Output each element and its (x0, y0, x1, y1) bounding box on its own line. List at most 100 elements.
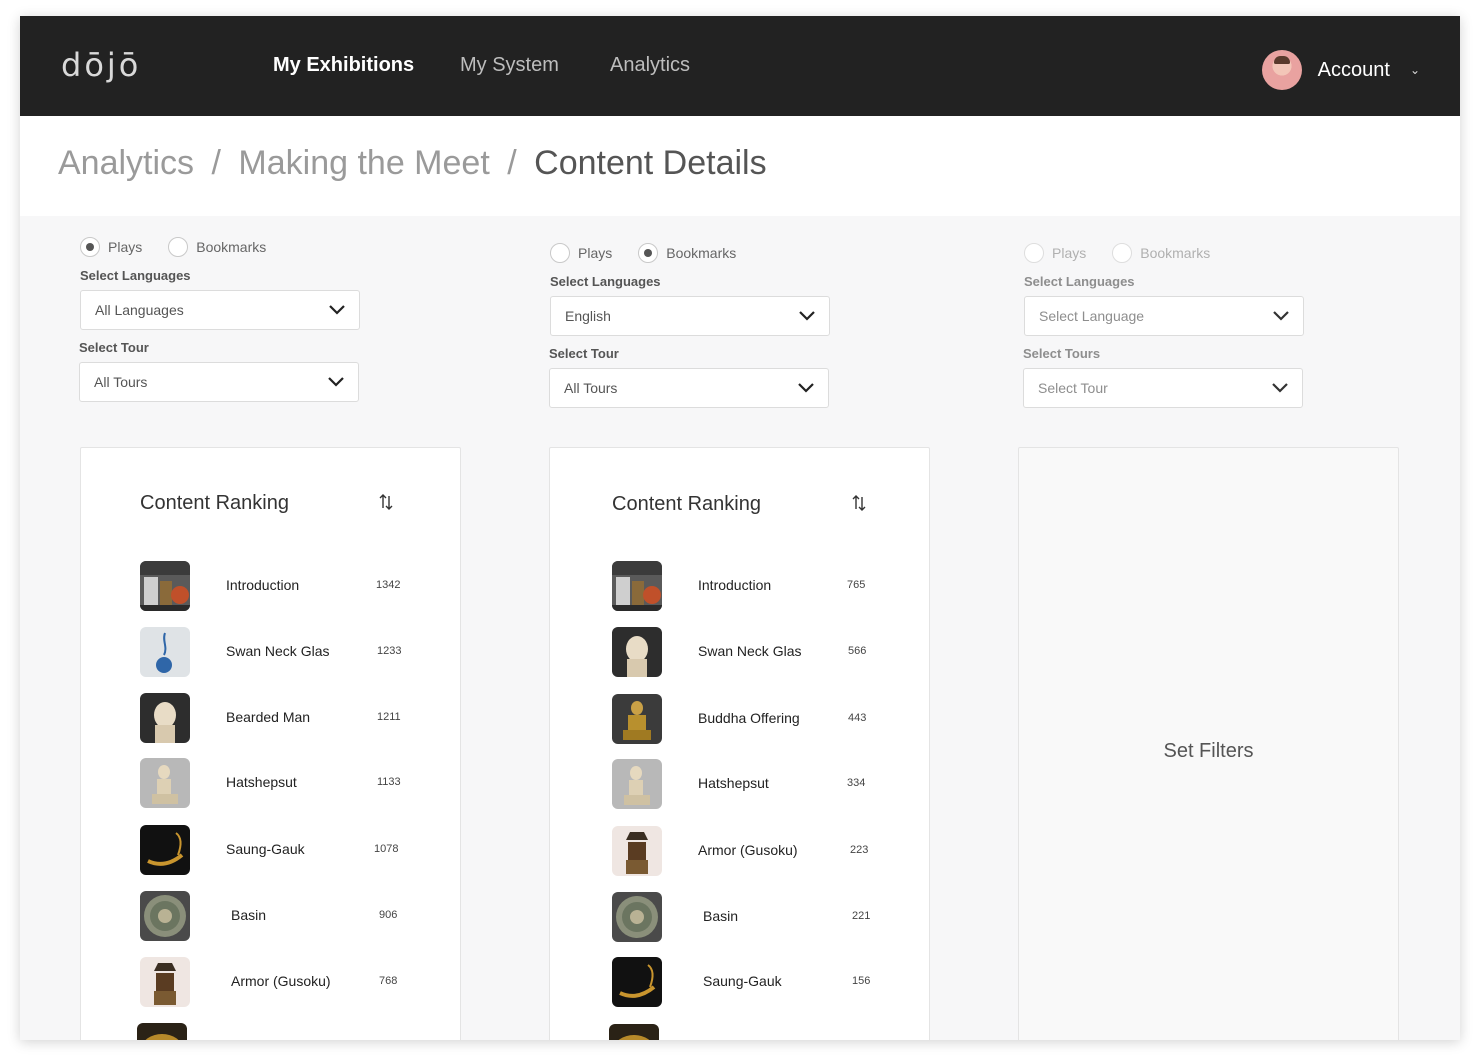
content-count: 156 (852, 975, 871, 987)
ranking-row[interactable]: Saung-Gauk 1078 (81, 825, 460, 875)
language-select[interactable]: All Languages (80, 290, 360, 330)
plays-radio[interactable]: Plays (550, 243, 612, 263)
tour-label: Select Tour (549, 346, 619, 361)
sort-icon[interactable] (379, 493, 393, 511)
ranking-row[interactable]: Hatshepsut 1133 (81, 758, 460, 808)
content-thumbnail (140, 561, 190, 611)
chevron-down-icon (1272, 383, 1288, 393)
tour-select-value: All Tours (564, 380, 618, 396)
content-thumbnail (612, 826, 662, 876)
content-thumbnail (140, 693, 190, 743)
bookmarks-label: Bookmarks (196, 239, 267, 255)
breadcrumb-analytics[interactable]: Analytics (58, 144, 194, 182)
content-count: 443 (848, 712, 867, 724)
radio-icon (168, 237, 189, 257)
breadcrumb-exhibition[interactable]: Making the Meet (238, 144, 489, 182)
account-menu[interactable]: Account ⌄ (1261, 50, 1420, 90)
content-count: 221 (852, 910, 871, 922)
ranking-row[interactable]: Introduction 765 (550, 561, 929, 611)
content-name: Hatshepsut (698, 775, 769, 791)
ranking-row[interactable]: Swan Neck Glas 1233 (81, 627, 460, 677)
content-count: 906 (379, 909, 398, 921)
account-label: Account (1317, 58, 1390, 81)
tour-select[interactable]: All Tours (549, 368, 829, 408)
avatar (1261, 50, 1302, 90)
content-count: 768 (379, 975, 398, 987)
ranking-row[interactable]: Saung-Gauk 156 (550, 957, 929, 1007)
nav-my-system[interactable]: My System (460, 54, 559, 77)
content-name: Saung-Gauk (226, 841, 305, 857)
content-count: 1078 (374, 843, 399, 855)
card-title: Content Ranking (612, 493, 761, 515)
content-count: 1342 (376, 579, 401, 591)
language-select-value: English (565, 308, 611, 324)
bookmarks-radio[interactable]: Bookmarks (1112, 243, 1210, 263)
content-name: Armor (Gusoku) (231, 973, 331, 989)
content-name: Basin (703, 908, 739, 924)
content-thumbnail (612, 627, 662, 677)
card-title: Content Ranking (140, 492, 289, 514)
plays-label: Plays (108, 239, 143, 255)
filter-panel-1: Plays Bookmarks Select Languages All Lan… (79, 236, 380, 402)
plays-radio[interactable]: Plays (80, 237, 142, 257)
radio-icon (638, 243, 659, 263)
bookmarks-label: Bookmarks (666, 245, 737, 261)
ranking-row[interactable]: Buddha Offering 443 (550, 694, 929, 744)
content-count: 223 (850, 844, 869, 856)
ranking-row[interactable]: Bearded Man 1211 (81, 693, 460, 743)
top-nav: dōjō My Exhibitions My System Analytics … (20, 16, 1460, 116)
content-thumbnail (612, 759, 662, 809)
language-select[interactable]: Select Language (1024, 296, 1304, 336)
ranking-row[interactable]: Belt Buckle564 (81, 1023, 460, 1040)
content-name: Belt Buckle (231, 1039, 301, 1040)
content-thumbnail (612, 892, 662, 942)
ranking-row[interactable]: Armor (Gusoku) 768 (81, 957, 460, 1007)
page-header: Analytics / Making the Meet / Content De… (20, 116, 1460, 216)
filter-panel-3: Plays Bookmarks Select Languages Select … (1023, 242, 1324, 408)
content-name: Basin (231, 907, 267, 923)
content-thumbnail (140, 825, 190, 875)
tour-label: Select Tours (1023, 346, 1101, 361)
ranking-row[interactable]: Belt Buckle133 (550, 1024, 929, 1040)
radio-icon (1024, 243, 1044, 263)
breadcrumb-separator: / (507, 144, 517, 182)
content-count: 765 (847, 579, 866, 591)
ranking-row[interactable]: Basin 221 (550, 892, 929, 942)
metric-radio-group: Plays Bookmarks (1024, 242, 1324, 264)
content-thumbnail (140, 758, 190, 808)
chevron-down-icon (799, 311, 815, 321)
ranking-row[interactable]: Hatshepsut 334 (550, 759, 929, 809)
content-count: 1211 (377, 711, 401, 723)
ranking-row[interactable]: Swan Neck Glas 566 (550, 627, 929, 677)
set-filters-message: Set Filters (1163, 740, 1254, 762)
chevron-down-icon: ⌄ (1409, 63, 1420, 77)
tour-select[interactable]: All Tours (79, 362, 359, 402)
app-window: dōjō My Exhibitions My System Analytics … (20, 16, 1460, 1040)
content-thumbnail (140, 627, 190, 677)
dojo-logo[interactable]: dōjō (61, 46, 141, 84)
chevron-down-icon (798, 383, 814, 393)
chevron-down-icon (1273, 311, 1289, 321)
content-thumbnail (609, 1024, 659, 1040)
bookmarks-radio[interactable]: Bookmarks (638, 243, 736, 263)
content-thumbnail (612, 561, 662, 611)
ranking-row[interactable]: Introduction 1342 (81, 561, 460, 611)
content-count: 334 (847, 777, 866, 789)
tour-select[interactable]: Select Tour (1023, 368, 1303, 408)
ranking-row[interactable]: Armor (Gusoku) 223 (550, 826, 929, 876)
plays-label: Plays (1052, 245, 1087, 261)
content-thumbnail (137, 1023, 187, 1040)
language-label: Select Languages (80, 268, 191, 283)
language-select[interactable]: English (550, 296, 830, 336)
sort-icon[interactable] (852, 494, 866, 512)
bookmarks-radio[interactable]: Bookmarks (168, 237, 266, 257)
language-select-value: All Languages (95, 302, 184, 318)
nav-analytics[interactable]: Analytics (610, 54, 690, 77)
ranking-row[interactable]: Basin 906 (81, 891, 460, 941)
nav-my-exhibitions[interactable]: My Exhibitions (273, 54, 414, 77)
page-title: Content Details (534, 144, 767, 182)
plays-radio[interactable]: Plays (1024, 243, 1086, 263)
tour-select-value: Select Tour (1038, 380, 1108, 396)
content-count: 1233 (377, 645, 402, 657)
chevron-down-icon (329, 305, 345, 315)
